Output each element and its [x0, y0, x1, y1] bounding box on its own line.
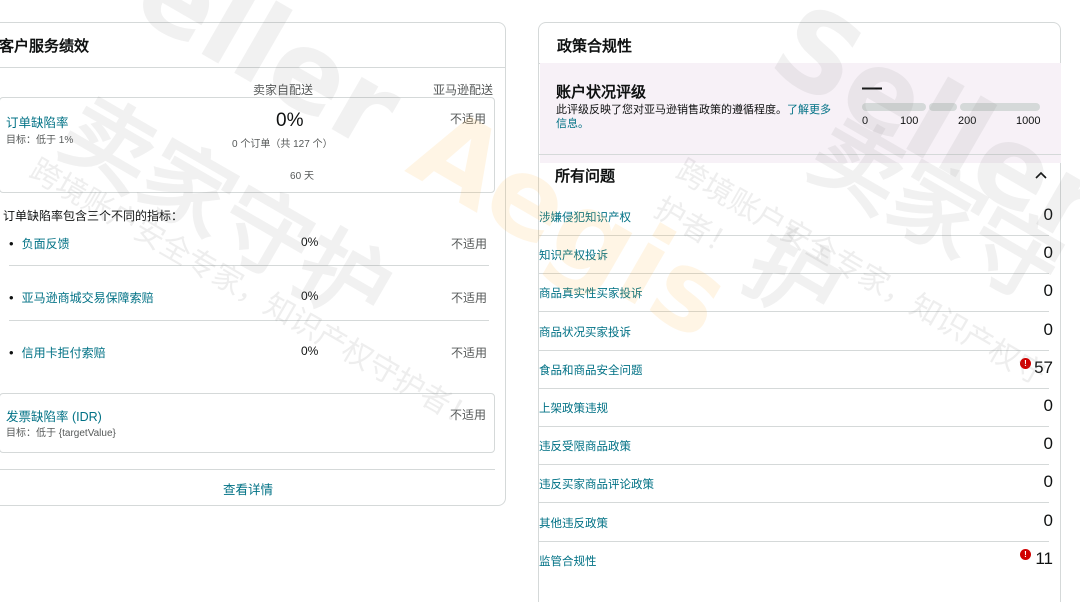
odr-amazon-value: 不适用	[450, 112, 487, 126]
sub-metric-row: • 信用卡拒付索赔	[9, 344, 106, 361]
idr-amazon-value: 不适用	[450, 408, 487, 422]
issue-label-link[interactable]: 违反受限商品政策	[539, 438, 631, 454]
rating-bar-segment	[929, 103, 957, 111]
issue-row: 食品和商品安全问题! 57	[539, 352, 1061, 390]
alert-icon: !	[1020, 357, 1031, 369]
issue-count: 0	[1043, 472, 1053, 492]
issue-count: 11	[1035, 548, 1053, 568]
issue-count: 0	[1043, 205, 1053, 224]
sub-metric-seller: 0%	[301, 235, 319, 249]
idr-target: 目标：低于 {targetValue}	[6, 428, 116, 439]
row-separator	[539, 387, 1049, 389]
odr-seller-orders: 0 个订单（共 127 个）	[232, 139, 333, 150]
issue-row: 涉嫌侵犯知识产权 0	[539, 199, 1061, 237]
customer-service-card: 客户服务绩效 卖家自配送 亚马逊配送 订单缺陷率 目标：低于 1% 0% 0 个…	[0, 22, 506, 506]
footer-divider	[0, 469, 495, 470]
bullet: •	[9, 290, 14, 305]
issue-label-link[interactable]: 商品真实性买家投诉	[539, 285, 643, 301]
view-details-link[interactable]: 查看详情	[223, 479, 273, 498]
rating-title: 账户状况评级	[556, 84, 647, 101]
odr-name-link[interactable]: 订单缺陷率	[6, 112, 69, 131]
issue-row: 违反受限商品政策 0	[539, 428, 1061, 466]
rating-bar-segment	[960, 103, 1040, 111]
idr-name-link[interactable]: 发票缺陷率 (IDR)	[6, 406, 102, 425]
sub-metric-name-link[interactable]: 亚马逊商城交易保障索赔	[22, 291, 154, 305]
issues-divider	[539, 154, 1061, 155]
issue-row: 监管合规性! 11	[539, 543, 1061, 581]
rating-band: 账户状况评级 此评级反映了您对亚马逊销售政策的遵循程度。了解更多信息。 — 0 …	[540, 63, 1061, 163]
issue-label-link[interactable]: 涉嫌侵犯知识产权	[539, 209, 631, 225]
issue-label-link[interactable]: 食品和商品安全问题	[539, 362, 643, 378]
rating-scale-tick: 1000	[1016, 115, 1041, 127]
issue-count: 0	[1043, 281, 1053, 301]
issue-row: 商品真实性买家投诉 0	[539, 275, 1061, 313]
odr-seller-value: 0%	[276, 110, 304, 131]
sub-metric-amazon: 不适用	[451, 346, 488, 360]
sub-metric-seller: 0%	[301, 344, 319, 358]
bullet: •	[9, 236, 14, 251]
issue-count: 57	[1034, 357, 1053, 377]
issue-label-link[interactable]: 其他违反政策	[539, 515, 608, 531]
bullet: •	[9, 345, 14, 360]
alert-icon: !	[1020, 548, 1031, 560]
row-separator	[539, 426, 1049, 427]
odr-note: 订单缺陷率包含三个不同的指标：	[3, 209, 184, 223]
issue-label-link[interactable]: 知识产权投诉	[539, 247, 608, 263]
sub-metric-name-link[interactable]: 负面反馈	[22, 237, 70, 251]
odr-seller-period: 60 天	[290, 171, 314, 182]
sub-metric-amazon: 不适用	[451, 291, 488, 305]
issue-label-link[interactable]: 商品状况买家投诉	[539, 324, 631, 340]
policy-compliance-card: 政策合规性 账户状况评级 此评级反映了您对亚马逊销售政策的遵循程度。了解更多信息…	[538, 22, 1061, 602]
col-head-amazon: 亚马逊配送	[433, 83, 494, 97]
rating-scale-tick: 0	[862, 115, 869, 127]
row-separator	[539, 464, 1049, 466]
rating-scale-tick: 100	[900, 115, 919, 127]
customer-service-title: 客户服务绩效	[0, 38, 90, 55]
rating-desc-text: 此评级反映了您对亚马逊销售政策的遵循程度。	[556, 104, 787, 116]
rating-scale-tick: 200	[958, 115, 977, 127]
idr-box: 发票缺陷率 (IDR) 目标：低于 {targetValue} 不适用	[0, 393, 495, 453]
row-separator	[539, 311, 1049, 313]
odr-box: 订单缺陷率 目标：低于 1% 0% 0 个订单（共 127 个） 60 天 不适…	[0, 97, 495, 193]
issue-count: 0	[1043, 396, 1053, 415]
issue-count: 0	[1043, 434, 1053, 454]
sub-metric-row: • 亚马逊商城交易保障索赔	[9, 289, 154, 306]
row-separator	[9, 265, 489, 266]
issue-label-link[interactable]: 监管合规性	[539, 553, 597, 569]
col-head-seller: 卖家自配送	[253, 83, 314, 97]
chevron-up-icon[interactable]	[1035, 167, 1047, 183]
row-separator	[539, 235, 1049, 236]
rating-value: —	[862, 77, 882, 99]
sub-metric-name-link[interactable]: 信用卡拒付索赔	[22, 346, 106, 360]
issue-count: 0	[1043, 319, 1053, 339]
sub-metric-row: • 负面反馈	[9, 235, 70, 252]
row-separator	[9, 320, 489, 321]
issue-label-link[interactable]: 违反买家商品评论政策	[539, 476, 654, 492]
row-separator	[539, 349, 1049, 351]
policy-title: 政策合规性	[557, 38, 633, 55]
issue-label-link[interactable]: 上架政策违规	[539, 400, 608, 416]
row-separator	[539, 273, 1049, 275]
row-separator	[539, 540, 1049, 542]
issue-row: 违反买家商品评论政策 0	[539, 466, 1061, 504]
sub-metric-seller: 0%	[301, 289, 319, 303]
sub-metric-amazon: 不适用	[451, 237, 488, 251]
title-divider	[0, 67, 505, 68]
odr-target: 目标：低于 1%	[6, 135, 74, 146]
issue-row: 上架政策违规 0	[539, 390, 1061, 428]
row-separator	[539, 502, 1049, 504]
issue-row: 商品状况买家投诉 0	[539, 314, 1061, 352]
issue-row: 其他违反政策 0	[539, 505, 1061, 543]
issue-count: 0	[1043, 510, 1053, 530]
issue-count: 0	[1043, 243, 1053, 263]
issues-title: 所有问题	[555, 168, 616, 185]
rating-bar-segment	[862, 103, 926, 111]
issue-row: 知识产权投诉 0	[539, 237, 1061, 275]
rating-description: 此评级反映了您对亚马逊销售政策的遵循程度。了解更多信息。	[556, 103, 831, 131]
